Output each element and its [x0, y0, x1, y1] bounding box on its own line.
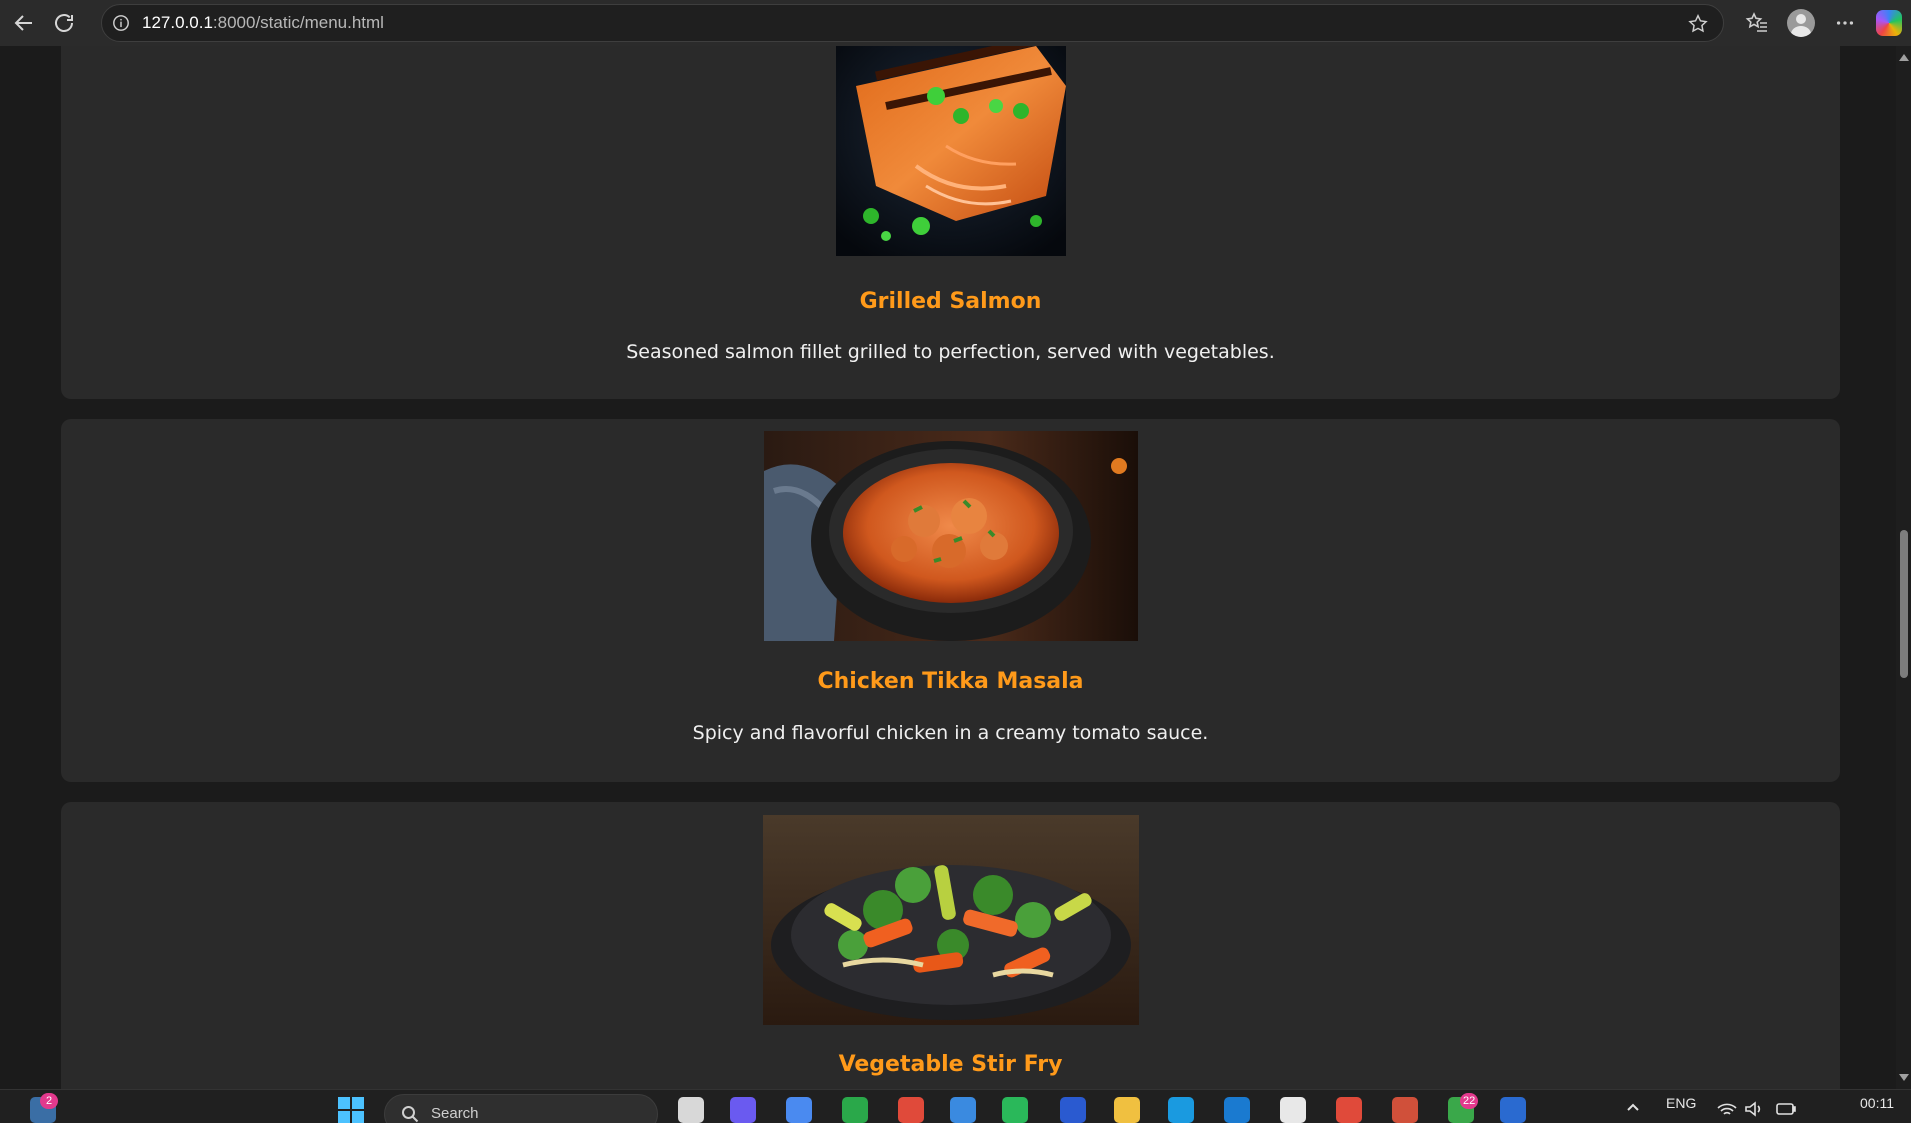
vegetable-stir-fry-image [762, 815, 1139, 1025]
menu-card-chicken-tikka-masala: Chicken Tikka Masala Spicy and flavorful… [61, 419, 1840, 782]
url-host: 127.0.0.1 [142, 13, 213, 32]
start-button[interactable] [338, 1097, 364, 1123]
more-icon [1836, 21, 1854, 25]
taskbar-search[interactable]: Search [384, 1094, 658, 1123]
dish-name: Grilled Salmon [859, 289, 1042, 314]
url-path: :8000/static/menu.html [212, 13, 384, 32]
app-badge: 22 [1460, 1093, 1479, 1109]
chicken-tikka-masala-image [763, 431, 1138, 641]
app-icon-last[interactable] [1500, 1097, 1526, 1123]
refresh-button[interactable] [44, 3, 84, 43]
volume-icon[interactable] [1744, 1100, 1764, 1118]
notification-badge: 2 [40, 1093, 58, 1109]
scroll-up-arrow-icon[interactable] [1899, 54, 1909, 61]
page-scrollbar[interactable] [1896, 46, 1911, 1089]
copilot-button[interactable] [1867, 1, 1911, 45]
back-button[interactable] [4, 3, 44, 43]
chatgpt-icon[interactable] [1280, 1097, 1306, 1123]
site-info-icon[interactable] [110, 12, 132, 34]
search-icon [402, 1106, 419, 1123]
browser-toolbar: 127.0.0.1:8000/static/menu.html [0, 0, 1911, 46]
tray-chevron-icon[interactable] [1626, 1102, 1640, 1112]
favorites-button[interactable] [1735, 1, 1779, 45]
file-explorer-icon[interactable] [1114, 1097, 1140, 1123]
taskbar: 2 Search 22 ENG 00:11 [0, 1089, 1911, 1123]
battery-icon[interactable] [1776, 1102, 1796, 1116]
vscode-icon[interactable] [1224, 1097, 1250, 1123]
play-store-icon[interactable] [1002, 1097, 1028, 1123]
dish-description: Spicy and flavorful chicken in a creamy … [692, 722, 1209, 744]
menu-card-grilled-salmon: Grilled Salmon Seasoned salmon fillet gr… [61, 46, 1840, 399]
profile-button[interactable] [1779, 1, 1823, 45]
dish-description: Seasoned salmon fillet grilled to perfec… [626, 341, 1275, 363]
chrome-icon-3[interactable]: 22 [1448, 1093, 1479, 1123]
scroll-down-arrow-icon[interactable] [1899, 1074, 1909, 1081]
scroll-thumb[interactable] [1900, 530, 1908, 678]
menu-card-vegetable-stir-fry: Vegetable Stir Fry [61, 802, 1840, 1089]
address-bar[interactable]: 127.0.0.1:8000/static/menu.html [101, 4, 1724, 42]
clock-time[interactable]: 00:11 [1860, 1095, 1894, 1111]
back-arrow-icon [14, 15, 32, 31]
favorite-star-icon[interactable] [1687, 13, 1709, 35]
dish-name: Vegetable Stir Fry [838, 1052, 1063, 1077]
search-placeholder: Search [431, 1105, 479, 1122]
dish-name: Chicken Tikka Masala [817, 669, 1084, 694]
refresh-icon [55, 14, 73, 32]
chrome-profile-icon[interactable] [898, 1097, 924, 1123]
app-icon-4[interactable] [842, 1097, 868, 1123]
url-text: 127.0.0.1:8000/static/menu.html [142, 13, 384, 33]
grilled-salmon-image [835, 46, 1066, 256]
language-indicator[interactable]: ENG [1666, 1095, 1696, 1111]
file-app-icon[interactable] [678, 1097, 704, 1123]
app-icon-3[interactable] [786, 1097, 812, 1123]
avatar [1787, 9, 1815, 37]
chrome-icon-2[interactable] [1392, 1097, 1418, 1123]
app-icon-6[interactable] [950, 1097, 976, 1123]
wifi-icon[interactable] [1716, 1100, 1738, 1118]
edge-browser-icon[interactable] [1168, 1097, 1194, 1123]
page-viewport: Grilled Salmon Seasoned salmon fillet gr… [0, 46, 1896, 1089]
more-options-button[interactable] [1823, 1, 1867, 45]
widgets-icon[interactable]: 2 [30, 1093, 58, 1123]
favorites-icon [1745, 12, 1767, 32]
copilot-app-icon[interactable] [730, 1097, 756, 1123]
chrome-icon-1[interactable] [1336, 1097, 1362, 1123]
browser-actions [1735, 0, 1911, 46]
copilot-icon [1876, 10, 1902, 36]
windows-logo-icon [338, 1097, 364, 1123]
app-icon-8[interactable] [1060, 1097, 1086, 1123]
